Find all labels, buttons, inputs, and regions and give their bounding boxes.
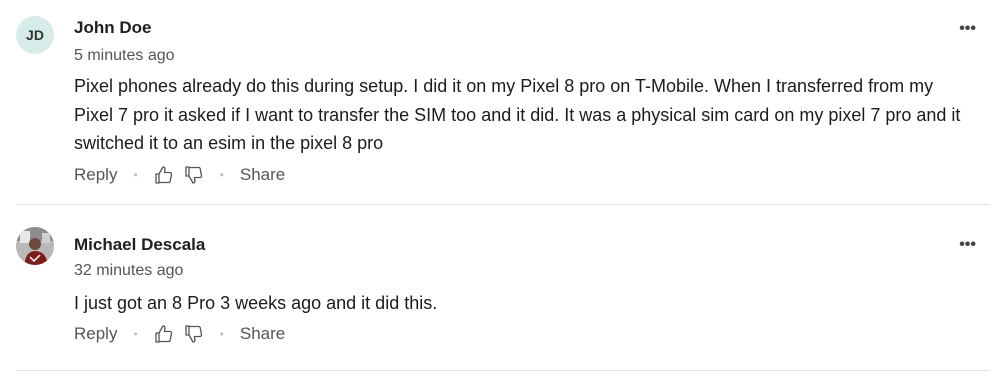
more-options-button[interactable]: ••• xyxy=(959,20,976,38)
thumbs-up-icon[interactable] xyxy=(154,165,174,185)
thumbs-down-icon[interactable] xyxy=(184,324,204,344)
separator-dot: • xyxy=(219,168,224,182)
separator-dot: • xyxy=(133,327,138,341)
comment: JD John Doe 5 minutes ago ••• Pixel phon… xyxy=(0,0,1000,205)
divider xyxy=(16,370,990,371)
share-button[interactable]: Share xyxy=(240,324,285,344)
comment-timestamp: 32 minutes ago xyxy=(74,262,184,279)
avatar-initials: JD xyxy=(26,27,44,43)
reply-button[interactable]: Reply xyxy=(74,165,117,185)
thumbs-down-icon[interactable] xyxy=(184,165,204,185)
share-button[interactable]: Share xyxy=(240,165,285,185)
reply-button[interactable]: Reply xyxy=(74,324,117,344)
comment-actions: Reply • • Share xyxy=(74,322,285,346)
comment-timestamp: 5 minutes ago xyxy=(74,47,175,64)
user-photo-icon xyxy=(16,227,54,265)
comment-author[interactable]: Michael Descala xyxy=(74,235,205,255)
separator-dot: • xyxy=(133,168,138,182)
more-options-button[interactable]: ••• xyxy=(959,236,976,254)
separator-dot: • xyxy=(219,327,224,341)
comment-body: I just got an 8 Pro 3 weeks ago and it d… xyxy=(74,293,438,313)
comment-author[interactable]: John Doe xyxy=(74,18,151,38)
avatar[interactable]: JD xyxy=(16,16,54,54)
comment-actions: Reply • • Share xyxy=(74,163,285,187)
comment-body: Pixel phones already do this during setu… xyxy=(74,76,961,153)
comment: Michael Descala 32 minutes ago ••• I jus… xyxy=(0,205,1000,371)
thumbs-up-icon[interactable] xyxy=(154,324,174,344)
avatar[interactable] xyxy=(16,227,54,265)
